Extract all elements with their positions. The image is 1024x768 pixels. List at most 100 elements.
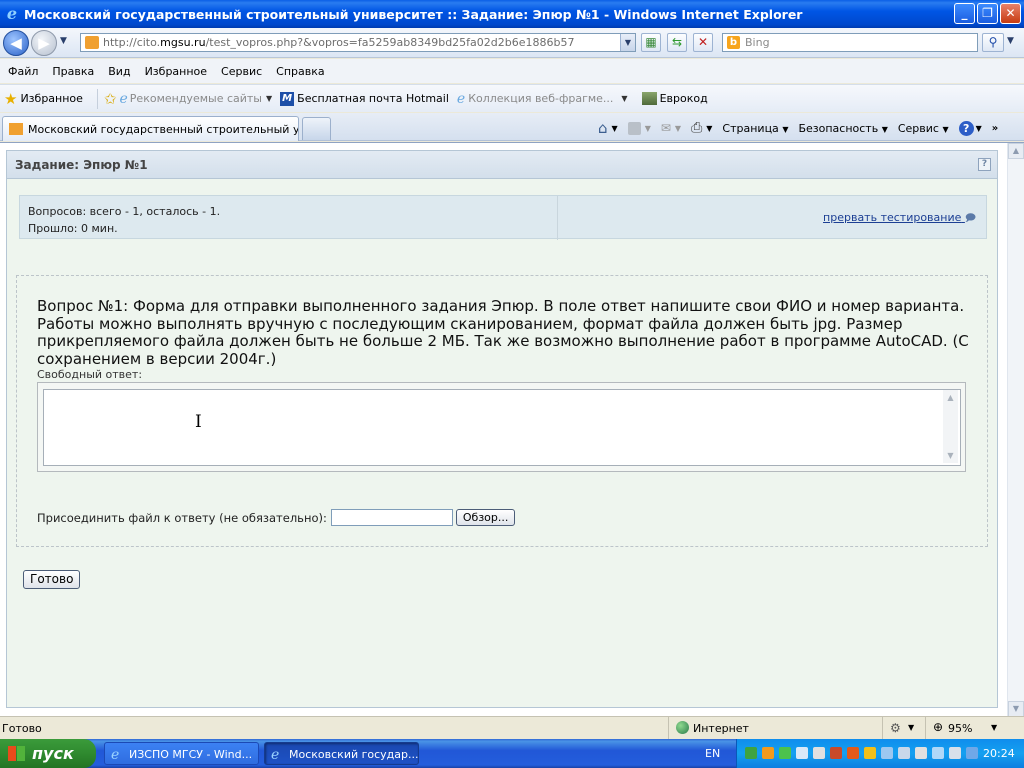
tray-app-icon[interactable] [966,747,978,759]
ie-page-icon: e [456,90,466,107]
url-dropdown-icon[interactable]: ▼ [620,34,635,51]
test-stats: Вопросов: всего - 1, осталось - 1. Прошл… [28,203,220,237]
tab-active[interactable]: Московский государственный строительный … [2,116,299,141]
tray-app-icon[interactable] [762,747,774,759]
page-menu[interactable]: Страница ▼ [722,122,788,135]
chevron-down-icon[interactable]: ▼ [675,124,681,133]
help-icon[interactable]: ? [958,120,974,136]
page-scrollbar[interactable]: ▲ ▼ [1007,143,1024,717]
forward-button[interactable]: ▶ [31,30,57,56]
text-cursor-icon: I [195,412,202,432]
taskbar-item-active[interactable]: e Московский государ... [264,742,419,765]
fav-eurocode-label: Еврокод [659,92,708,105]
taskbar-item-label: ИЗСПО МГСУ - Wind... [129,748,253,761]
taskbar-item[interactable]: e ИЗСПО МГСУ - Wind... [104,742,259,765]
tray-app-icon[interactable] [847,747,859,759]
home-icon[interactable]: ⌂ [598,119,608,137]
minimize-button[interactable]: _ [954,3,975,24]
favorites-button[interactable]: ★ Избранное [4,90,83,108]
zoom-icon[interactable]: ⊕ [933,720,943,734]
chevron-down-icon[interactable]: ▼ [645,124,651,133]
start-button[interactable]: пуск [0,739,96,768]
add-favorite-icon[interactable]: ✩ [104,90,117,108]
answer-frame: ▲ ▼ I [37,382,966,472]
tray-app-icon[interactable] [796,747,808,759]
chevron-down-icon: ▼ [266,94,273,103]
scroll-down-icon[interactable]: ▼ [943,448,958,463]
browse-button[interactable]: Обзор... [455,509,515,526]
abort-test-label: прервать тестирование [823,211,962,224]
system-tray: 20:24 [736,739,1024,768]
print-icon[interactable]: ⎙ [691,120,702,136]
search-icon[interactable]: ⚲ [982,33,1004,52]
tray-app-icon[interactable] [813,747,825,759]
more-commands-icon[interactable]: » [992,123,998,134]
mail-icon[interactable]: ✉ [661,121,671,135]
compatibility-icon[interactable]: ▦ [641,33,661,52]
language-indicator[interactable]: EN [705,747,720,760]
ie-logo-icon: e [6,4,18,23]
menu-help[interactable]: Справка [276,65,324,78]
tray-app-icon[interactable] [745,747,757,759]
help-question-icon[interactable]: ? [978,158,991,171]
network-icon[interactable] [932,747,944,759]
fav-web-slice-gallery[interactable]: e Коллекция веб-фрагме... ▼ [457,91,628,107]
divider [668,717,669,739]
file-path-input[interactable] [330,509,453,526]
protected-mode-icon[interactable]: ⚙ [890,721,901,735]
search-input[interactable]: b Bing [722,33,978,52]
chevron-down-icon[interactable]: ▼ [976,124,982,133]
menu-file[interactable]: Файл [8,65,38,78]
chevron-down-icon[interactable]: ▼ [908,723,914,732]
chevron-down-icon[interactable]: ▼ [612,124,618,133]
chevron-down-icon[interactable]: ▼ [991,723,997,732]
tray-app-icon[interactable] [830,747,842,759]
tray-app-icon[interactable] [881,747,893,759]
history-dropdown-icon[interactable]: ▼ [60,36,67,46]
title-bar: e Московский государственный строительны… [0,0,1024,28]
scroll-up-icon[interactable]: ▲ [1008,143,1024,159]
question-box: Вопрос №1: Форма для отправки выполненно… [16,275,988,547]
fav-eurocode[interactable]: Еврокод [641,92,708,105]
new-tab-button[interactable] [302,117,331,140]
scroll-up-icon[interactable]: ▲ [943,390,958,405]
safety-menu[interactable]: Безопасность ▼ [798,122,887,135]
menu-edit[interactable]: Правка [52,65,94,78]
search-options-icon[interactable]: ▼ [1007,36,1014,46]
answer-textarea[interactable] [43,389,961,466]
fav-suggested-sites[interactable]: e Рекомендуемые сайты ▼ [120,91,273,107]
refresh-icon[interactable]: ⇆ [667,33,687,52]
fav-hotmail[interactable]: M Бесплатная почта Hotmail [280,91,449,106]
chevron-down-icon: ▼ [942,124,949,134]
chevron-down-icon[interactable]: ▼ [706,124,712,133]
window-title: Московский государственный строительный … [24,6,803,22]
start-label: пуск [32,744,74,763]
maximize-button[interactable]: ❐ [977,3,998,24]
feeds-icon[interactable] [627,121,641,135]
stop-icon[interactable]: ✕ [693,33,713,52]
back-button[interactable]: ◀ [3,30,29,56]
page-title: Задание: Эпюр №1 [15,158,148,172]
volume-icon[interactable] [864,747,876,759]
done-button[interactable]: Готово [23,570,80,589]
close-button[interactable]: ✕ [1000,3,1021,24]
abort-test-link[interactable]: прервать тестирование 🗩 [823,211,976,228]
tray-app-icon[interactable] [915,747,927,759]
status-text: Готово [2,722,42,735]
url-field[interactable]: http://cito.mgsu.ru/test_vopros.php?&vop… [80,33,636,52]
menu-tools[interactable]: Сервис [221,65,262,78]
command-bar: ⌂ ▼ ▼ ✉ ▼ ⎙ ▼ Страница ▼ Безопасность ▼ … [598,117,998,139]
eurocode-icon [641,92,657,105]
menu-view[interactable]: Вид [108,65,130,78]
attach-file-label: Присоединить файл к ответу (не обязатель… [37,510,327,525]
tray-app-icon[interactable] [949,747,961,759]
url-path: /test_vopros.php?&vopros=fa5259ab8349bd2… [205,36,575,49]
answer-scrollbar[interactable]: ▲ ▼ [943,390,958,463]
tray-app-icon[interactable] [898,747,910,759]
tray-app-icon[interactable] [779,747,791,759]
menu-favorites[interactable]: Избранное [145,65,207,78]
separator [96,88,98,109]
tools-menu[interactable]: Сервис ▼ [898,122,949,135]
scroll-down-icon[interactable]: ▼ [1008,701,1024,717]
zoom-level[interactable]: 95% [948,722,972,735]
